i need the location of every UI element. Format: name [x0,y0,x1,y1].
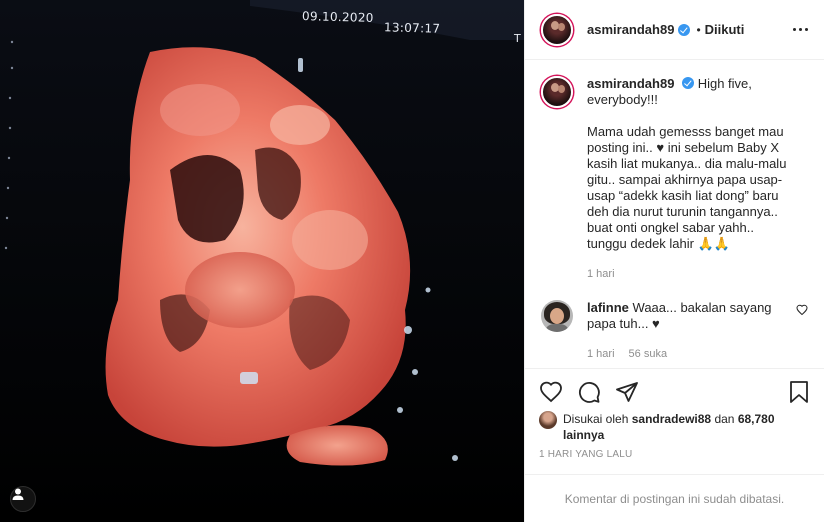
verified-badge-icon [678,23,691,36]
commenter-avatar[interactable] [541,300,573,332]
liker-avatar[interactable] [539,411,557,429]
instagram-post-view: 09.10.2020 13:07:17 T asmirandah89 • Dii… [0,0,824,522]
comment-like-heart-icon[interactable] [796,304,808,319]
likes-prefix: Disukai oleh [563,412,629,426]
author-avatar[interactable] [541,13,573,46]
post-sidebar: asmirandah89 • Diikuti asmirandah89 High… [524,0,824,522]
ultrasound-image [0,0,524,522]
like-heart-icon[interactable] [539,380,563,404]
header-separator: • [696,22,701,37]
likes-text: Disukai oleh sandradewi88 dan 68,780 lai… [563,411,783,443]
author-username[interactable]: asmirandah89 [587,22,674,37]
comment-like-count[interactable]: 56 suka [629,348,668,360]
caption-meta: 1 hari [587,266,793,282]
comment-item: lafinne Waaa... bakalan sayang papa tuh.… [541,300,808,362]
likes-conjunction: dan [714,412,735,426]
commenter-username[interactable]: lafinne [587,300,629,315]
comment-body: lafinne Waaa... bakalan sayang papa tuh.… [587,300,793,362]
more-options-icon[interactable] [789,22,812,37]
bookmark-icon[interactable] [788,380,810,404]
comment-bubble-icon[interactable] [577,380,601,404]
user-icon[interactable] [10,486,36,512]
comment-time[interactable]: 1 hari [587,348,615,360]
caption-item: asmirandah89 High five, everybody!!! Mam… [541,76,808,282]
comments-list: asmirandah89 High five, everybody!!! Mam… [525,60,824,368]
post-timestamp[interactable]: 1 HARI YANG LALU [539,449,810,460]
share-paper-plane-icon[interactable] [615,380,639,404]
post-actions: Disukai oleh sandradewi88 dan 68,780 lai… [525,368,824,460]
post-header: asmirandah89 • Diikuti [525,0,824,60]
ultrasound-edge-label: T [514,32,522,45]
caption-body: asmirandah89 High five, everybody!!! Mam… [587,76,793,282]
caption-time[interactable]: 1 hari [587,268,615,280]
post-media[interactable]: 09.10.2020 13:07:17 T [0,0,524,522]
action-icons [539,379,810,405]
ultrasound-date: 09.10.2020 [301,9,374,25]
likes-summary: Disukai oleh sandradewi88 dan 68,780 lai… [539,411,810,443]
caption-text: High five, everybody!!! Mama udah gemess… [587,76,787,251]
caption-avatar[interactable] [541,76,573,108]
comment-meta: 1 hari 56 suka [587,346,793,362]
caption-username[interactable]: asmirandah89 [587,76,674,91]
verified-badge-icon [682,77,695,89]
comments-disabled-notice: Komentar di postingan ini sudah dibatasi… [525,474,824,522]
ultrasound-time: 13:07:17 [383,20,441,36]
follow-button[interactable]: Diikuti [705,22,745,37]
liker-username[interactable]: sandradewi88 [632,412,711,426]
